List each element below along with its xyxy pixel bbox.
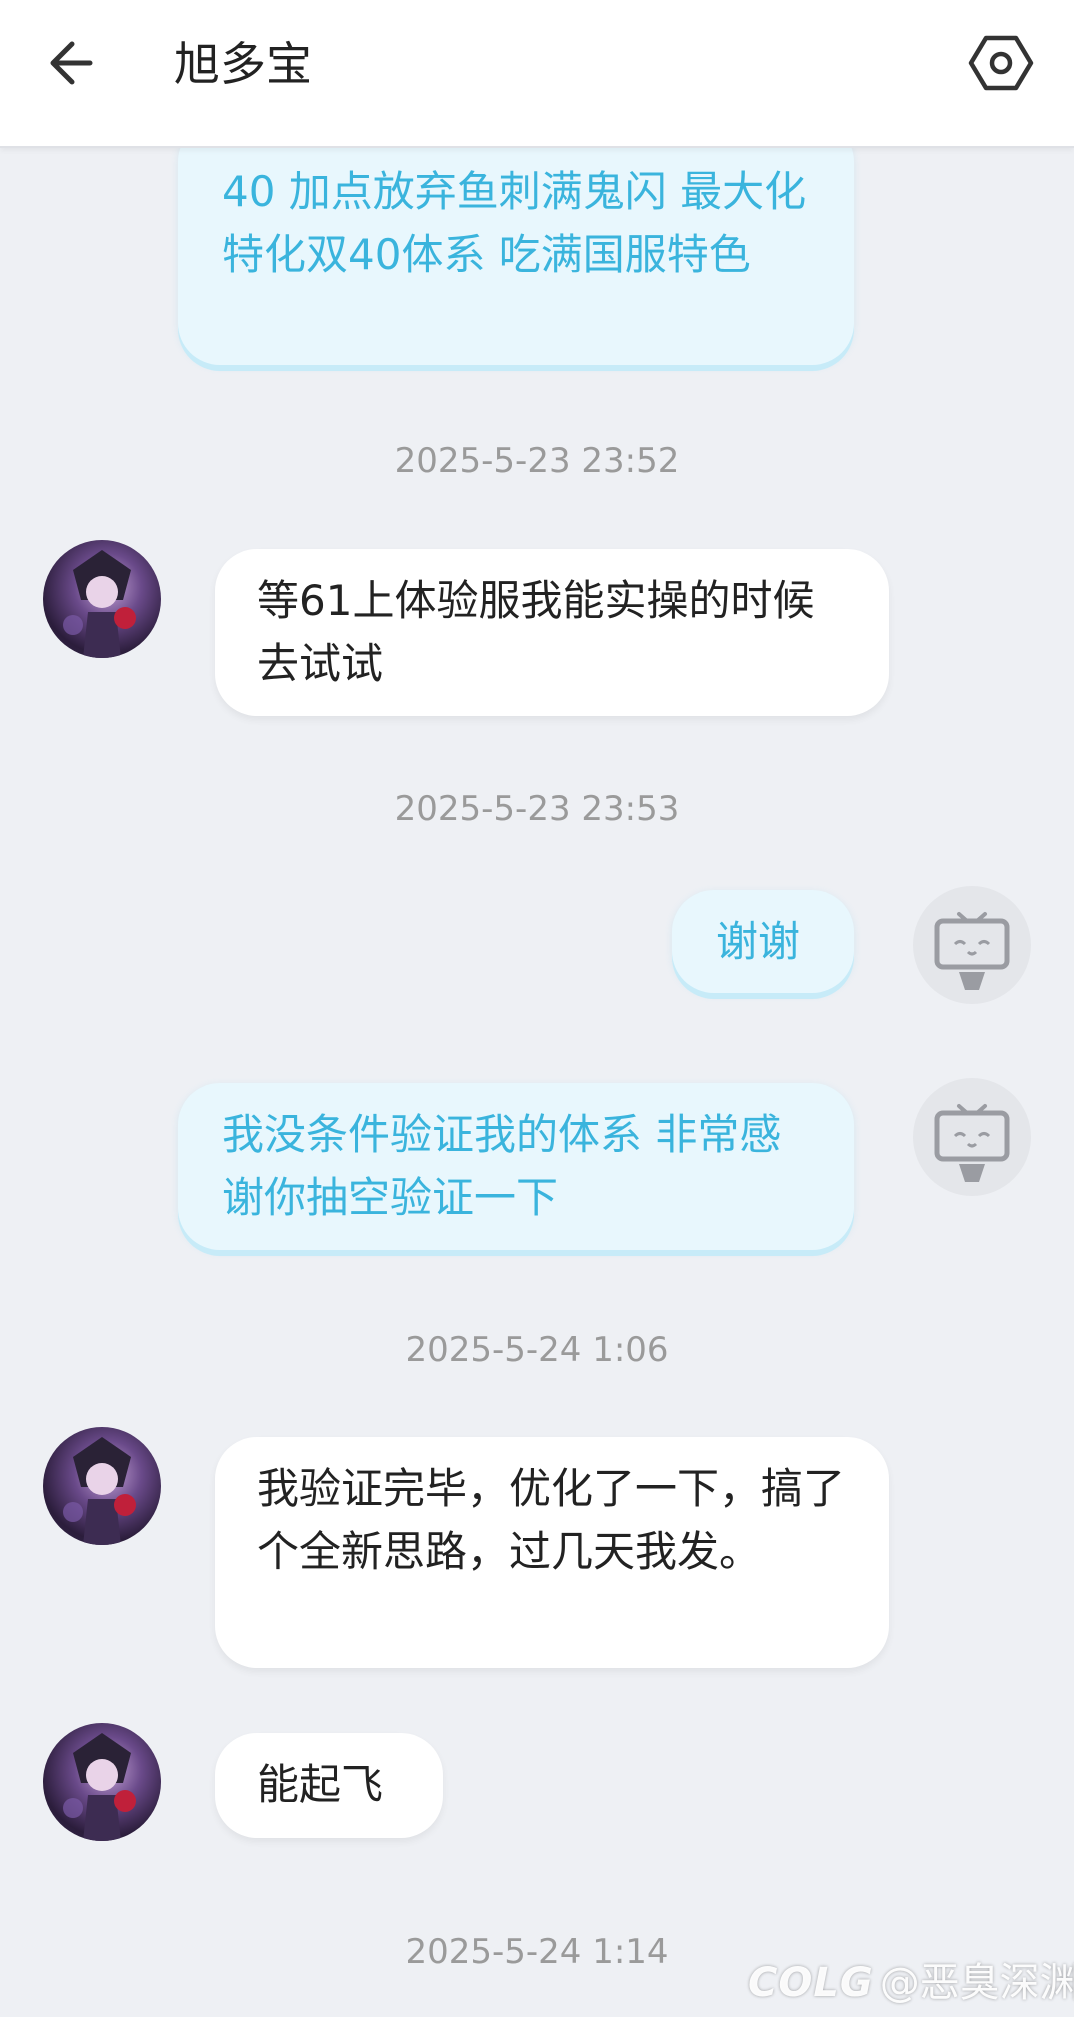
timestamp: 2025-5-24 1:06 [405,1330,669,1370]
message-bubble-outgoing[interactable]: 谢谢 [672,890,854,993]
top-bar: 旭多宝 [0,0,1074,148]
avatar-contact[interactable] [43,1427,161,1545]
avatar-self[interactable] [913,1078,1031,1196]
message-text: 40 加点放弃鱼刺满鬼闪 最大化特化双40体系 吃满国服特色 [222,167,807,279]
back-button[interactable] [40,30,120,96]
message-bubble-incoming[interactable]: 能起飞 [215,1733,443,1838]
message-text: 等61上体验服我能实操的时候去试试 [257,576,815,688]
timestamp: 2025-5-23 23:53 [394,789,680,829]
message-text: 谢谢 [716,917,801,966]
settings-button[interactable] [966,30,1036,96]
anime-character-avatar-icon [63,550,136,658]
anime-character-avatar-icon [63,1437,136,1545]
message-bubble-outgoing[interactable]: 40 加点放弃鱼刺满鬼闪 最大化特化双40体系 吃满国服特色 [178,120,854,365]
message-bubble-incoming[interactable]: 我验证完毕，优化了一下，搞了个全新思路，过几天我发。 [215,1437,889,1668]
hexagon-settings-icon [968,35,1034,91]
message-bubble-incoming[interactable]: 等61上体验服我能实操的时候去试试 [215,549,889,716]
tv-mascot-avatar-icon [934,1104,1010,1182]
avatar-contact[interactable] [43,540,161,658]
watermark-text: @恶臭深渊 [879,1960,1074,2006]
message-text: 我验证完毕，优化了一下，搞了个全新思路，过几天我发。 [257,1464,846,1576]
avatar-self[interactable] [913,886,1031,1004]
message-text: 能起飞 [257,1760,384,1809]
watermark-logo: COLG [748,1960,874,2006]
message-bubble-outgoing[interactable]: 我没条件验证我的体系 非常感谢你抽空验证一下 [178,1083,854,1250]
message-text: 我没条件验证我的体系 非常感谢你抽空验证一下 [222,1110,782,1222]
avatar-contact[interactable] [43,1723,161,1841]
watermark: COLG @恶臭深渊 [748,1950,1074,2008]
tv-mascot-avatar-icon [934,912,1010,990]
timestamp: 2025-5-23 23:52 [394,441,680,481]
chat-title: 旭多宝 [174,37,312,91]
anime-character-avatar-icon [63,1733,136,1841]
back-arrow-icon [50,41,93,85]
